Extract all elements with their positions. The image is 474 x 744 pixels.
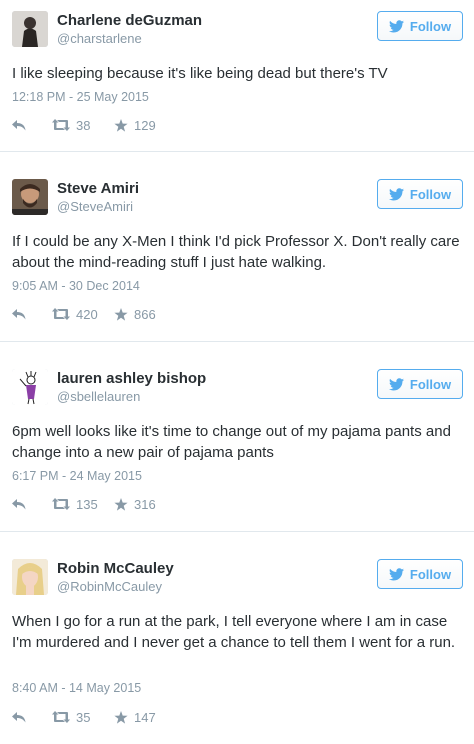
star-icon bbox=[114, 710, 128, 724]
tweet-card: Robin McCauley @RobinMcCauley Follow Whe… bbox=[0, 548, 474, 744]
username-handle[interactable]: @charstarlene bbox=[57, 31, 142, 46]
retweet-button[interactable]: 38 bbox=[52, 118, 112, 133]
username-handle[interactable]: @sbellelauren bbox=[57, 389, 140, 404]
follow-button[interactable]: Follow bbox=[377, 179, 463, 209]
follow-label: Follow bbox=[409, 376, 452, 392]
tweet-actions: 35 147 bbox=[12, 707, 156, 727]
avatar[interactable] bbox=[12, 559, 48, 595]
tweet-text: If I could be any X-Men I think I'd pick… bbox=[12, 233, 460, 271]
twitter-bird-icon bbox=[388, 187, 404, 200]
favorite-button[interactable]: 129 bbox=[114, 118, 156, 133]
favorite-button[interactable]: 147 bbox=[114, 710, 156, 725]
reply-button[interactable] bbox=[12, 308, 38, 320]
retweet-button[interactable]: 35 bbox=[52, 710, 112, 725]
favorite-count: 129 bbox=[134, 117, 156, 133]
follow-button[interactable]: Follow bbox=[377, 369, 463, 399]
tweet-feed: Charlene deGuzman @charstarlene Follow I… bbox=[0, 0, 474, 744]
retweet-count: 135 bbox=[76, 496, 98, 512]
timestamp[interactable]: 6:17 PM - 24 May 2015 bbox=[12, 469, 142, 483]
favorite-count: 316 bbox=[134, 496, 156, 512]
username-handle[interactable]: @RobinMcCauley bbox=[57, 579, 162, 594]
favorite-button[interactable]: 866 bbox=[114, 307, 156, 322]
reply-icon bbox=[12, 498, 26, 509]
retweet-count: 420 bbox=[76, 306, 98, 322]
reply-icon bbox=[12, 711, 26, 722]
reply-icon bbox=[12, 308, 26, 319]
favorite-count: 147 bbox=[134, 709, 156, 725]
follow-label: Follow bbox=[409, 566, 452, 582]
retweet-icon bbox=[52, 308, 70, 320]
retweet-icon bbox=[52, 711, 70, 723]
display-name[interactable]: Charlene deGuzman bbox=[57, 12, 202, 29]
display-name[interactable]: Steve Amiri bbox=[57, 180, 139, 197]
retweet-icon bbox=[52, 119, 70, 131]
reply-button[interactable] bbox=[12, 119, 38, 131]
tweet-card: Steve Amiri @SteveAmiri Follow If I coul… bbox=[0, 168, 474, 342]
star-icon bbox=[114, 118, 128, 132]
avatar[interactable] bbox=[12, 11, 48, 47]
tweet-text: I like sleeping because it's like being … bbox=[12, 65, 388, 82]
reply-button[interactable] bbox=[12, 711, 38, 723]
follow-label: Follow bbox=[409, 18, 452, 34]
tweet-card: lauren ashley bishop @sbellelauren Follo… bbox=[0, 358, 474, 532]
star-icon bbox=[114, 497, 128, 511]
star-icon bbox=[114, 307, 128, 321]
retweet-button[interactable]: 420 bbox=[52, 307, 112, 322]
tweet-text: When I go for a run at the park, I tell … bbox=[12, 613, 456, 651]
follow-label: Follow bbox=[409, 186, 452, 202]
timestamp[interactable]: 12:18 PM - 25 May 2015 bbox=[12, 90, 149, 104]
follow-button[interactable]: Follow bbox=[377, 559, 463, 589]
display-name[interactable]: Robin McCauley bbox=[57, 560, 174, 577]
retweet-count: 38 bbox=[76, 117, 91, 133]
follow-button[interactable]: Follow bbox=[377, 11, 463, 41]
tweet-text: 6pm well looks like it's time to change … bbox=[12, 423, 451, 461]
retweet-count: 35 bbox=[76, 709, 91, 725]
retweet-button[interactable]: 135 bbox=[52, 497, 112, 512]
avatar[interactable] bbox=[12, 369, 48, 405]
timestamp[interactable]: 9:05 AM - 30 Dec 2014 bbox=[12, 279, 140, 293]
avatar[interactable] bbox=[12, 179, 48, 215]
retweet-icon bbox=[52, 498, 70, 510]
display-name[interactable]: lauren ashley bishop bbox=[57, 370, 206, 387]
twitter-bird-icon bbox=[388, 19, 404, 32]
twitter-bird-icon bbox=[388, 567, 404, 580]
reply-icon bbox=[12, 119, 26, 130]
tweet-actions: 420 866 bbox=[12, 304, 156, 324]
tweet-card: Charlene deGuzman @charstarlene Follow I… bbox=[0, 0, 474, 152]
reply-button[interactable] bbox=[12, 498, 38, 510]
timestamp[interactable]: 8:40 AM - 14 May 2015 bbox=[12, 681, 141, 695]
tweet-actions: 38 129 bbox=[12, 115, 156, 135]
favorite-button[interactable]: 316 bbox=[114, 497, 156, 512]
favorite-count: 866 bbox=[134, 306, 156, 322]
tweet-actions: 135 316 bbox=[12, 494, 156, 514]
twitter-bird-icon bbox=[388, 377, 404, 390]
username-handle[interactable]: @SteveAmiri bbox=[57, 199, 133, 214]
